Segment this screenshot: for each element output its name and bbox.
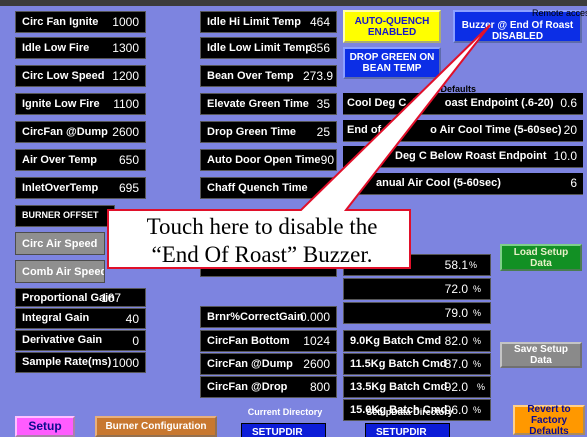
deg-below-roast-endpoint-field[interactable]: Deg C Below Roast Endpoint 10.0 [343, 146, 583, 168]
remote-access-text: Remote acces [532, 8, 587, 18]
setupdata-directory-label: SetupData Directory [366, 407, 453, 417]
circ-air-speed-button[interactable]: Circ Air Speed [15, 232, 105, 255]
batch-cmd-field-3[interactable]: 79.0% [343, 302, 491, 324]
load-setup-data-button[interactable]: Load Setup Data [500, 244, 582, 271]
circ-fan-ignite-field[interactable]: Circ Fan Ignite 1000 [15, 11, 146, 33]
idle-low-fire-field[interactable]: Idle Low Fire 1300 [15, 37, 146, 59]
setupdata-directory-value: SETUPDIR [365, 423, 450, 437]
batch-11kg-cmd-field[interactable]: 11.5Kg Batch Cmd 87.0% [343, 353, 491, 375]
revert-factory-defaults-button[interactable]: Revert to Factory Defaults [513, 404, 585, 437]
burner-offset-field[interactable]: BURNER OFFSET [15, 205, 115, 227]
top-border [0, 0, 587, 6]
bean-over-temp-field[interactable]: Bean Over Temp 273.9 [200, 65, 337, 87]
callout-line-1: Touch here to disable the [146, 214, 378, 239]
air-over-temp-field[interactable]: Air Over Temp 650 [15, 149, 146, 171]
circfan-bottom-field[interactable]: CircFan Bottom 1024 [200, 330, 337, 352]
batch-13kg-cmd-field[interactable]: 13.5Kg Batch Cmd 92.0% [343, 376, 491, 398]
manual-air-cool-field[interactable]: anual Air Cool (5-60sec) 6 [343, 173, 583, 195]
ignite-low-fire-field[interactable]: Ignite Low Fire 1100 [15, 93, 146, 115]
roaster-setup-screen: Circ Fan Ignite 1000 Idle Low Fire 1300 Ci… [0, 0, 587, 437]
idle-hi-limit-temp-field[interactable]: Idle Hi Limit Temp 464 [200, 11, 337, 33]
callout-text: Touch here to disable the “End Of Roast”… [117, 213, 407, 269]
batch-9kg-cmd-field[interactable]: 9.0Kg Batch Cmd 82.0% [343, 330, 491, 352]
circ-low-speed-field[interactable]: Circ Low Speed 1200 [15, 65, 146, 87]
comb-air-speed-button[interactable]: Comb Air Speed [15, 260, 105, 283]
circfan-dump-field[interactable]: CircFan @Dump 2600 [15, 121, 146, 143]
burner-configuration-button[interactable]: Burner Configuration [95, 416, 217, 437]
end-of-roast-air-cool-time-field[interactable]: End of o Air Cool Time (5-60sec) 20 [343, 120, 583, 142]
derivative-gain-field[interactable]: Derivative Gain 0 [15, 330, 146, 351]
auto-quench-button[interactable]: AUTO-QUENCH ENABLED [343, 10, 441, 43]
drop-green-time-field[interactable]: Drop Green Time 25 [200, 121, 337, 143]
save-setup-data-button[interactable]: Save Setup Data [500, 342, 582, 368]
proportional-gain-field[interactable]: Proportional Gain 167 [15, 288, 146, 307]
burner-correct-gain-field[interactable]: Brnr%CorrectGain 0.000 [200, 306, 337, 328]
setup-button[interactable]: Setup [15, 416, 75, 437]
idle-low-limit-temp-field[interactable]: Idle Low Limit Temp 356 [200, 37, 337, 59]
drop-green-button[interactable]: DROP GREEN ON BEAN TEMP [343, 47, 441, 79]
callout-line-2: “End Of Roast” Buzzer. [151, 242, 373, 267]
inlet-over-temp-field[interactable]: InletOverTemp 695 [15, 177, 146, 199]
circfan-drop-field[interactable]: CircFan @Drop 800 [200, 376, 337, 398]
batch-cmd-field-2[interactable]: 72.0% [343, 278, 491, 300]
cool-deg-endpoint-field[interactable]: Cool Deg C B oast Endpoint (.6-20) 0.6 [343, 93, 583, 115]
sample-rate-field[interactable]: Sample Rate(ms) 1000 [15, 352, 146, 373]
chaff-quench-time-field[interactable]: Chaff Quench Time [200, 177, 337, 199]
current-directory-label: Current Directory [247, 407, 323, 417]
elevate-green-time-field[interactable]: Elevate Green Time 35 [200, 93, 337, 115]
integral-gain-field[interactable]: Integral Gain 40 [15, 308, 146, 329]
circfan-dump-mid-field[interactable]: CircFan @Dump 2600 [200, 353, 337, 375]
auto-door-open-time-field[interactable]: Auto Door Open Time 90 [200, 149, 337, 171]
current-directory-value: SETUPDIR [241, 423, 326, 437]
